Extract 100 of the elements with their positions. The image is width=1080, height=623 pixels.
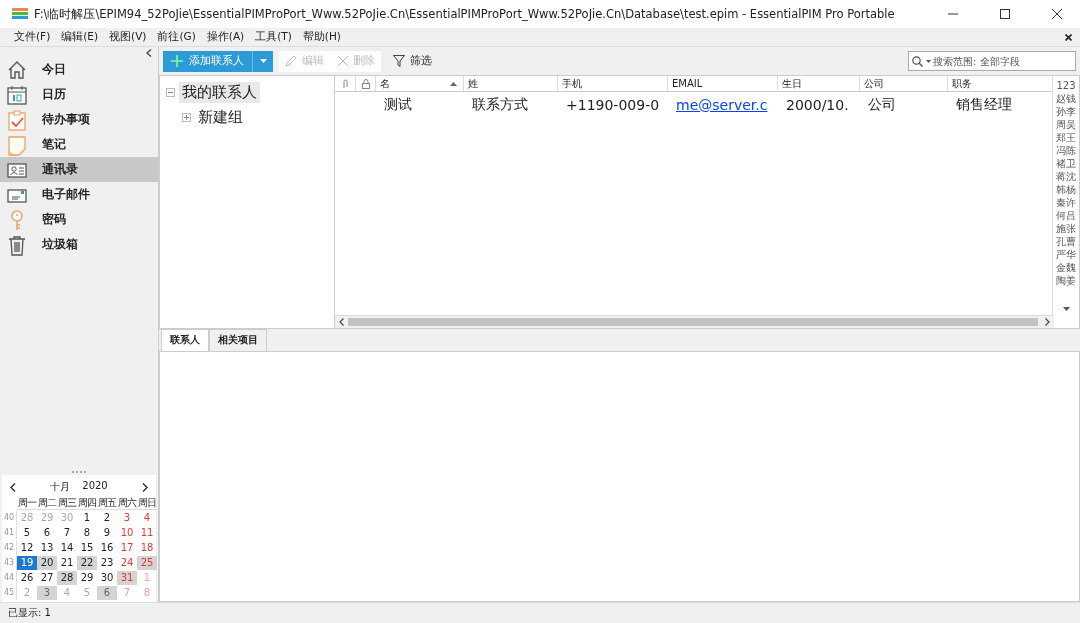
menu-item[interactable]: 工具(T): [251, 29, 296, 45]
index-letter[interactable]: 施张: [1056, 222, 1076, 235]
table-cell-text: 销售经理: [955, 96, 1013, 114]
calendar-month: 十月: [50, 480, 71, 494]
index-letter[interactable]: 韩杨: [1056, 183, 1076, 196]
weekday-label: 周二: [37, 496, 57, 510]
index-letter[interactable]: 陶姜: [1056, 274, 1076, 287]
calendar-day[interactable]: 30: [97, 571, 117, 585]
menu-item[interactable]: 前往(G): [153, 29, 200, 45]
index-letter[interactable]: 孙李: [1056, 105, 1076, 118]
index-letter[interactable]: 郑王: [1056, 131, 1076, 144]
funnel-icon: [393, 55, 405, 67]
calendar-day[interactable]: 24: [117, 556, 137, 570]
search-icon: [912, 56, 923, 67]
horizontal-scrollbar[interactable]: [335, 315, 1054, 328]
tab[interactable]: 联系人: [161, 329, 209, 351]
calendar-day[interactable]: 6: [97, 586, 117, 600]
column-header[interactable]: EMAIL: [667, 76, 777, 91]
index-letter[interactable]: 123: [1056, 79, 1076, 92]
tab[interactable]: 相关项目: [209, 329, 267, 351]
index-letter[interactable]: 金魏: [1056, 261, 1076, 274]
calendar-day[interactable]: 23: [97, 556, 117, 570]
plus-icon: [171, 55, 183, 67]
menu-item[interactable]: 文件(F): [10, 29, 55, 45]
index-letter[interactable]: 蒋沈: [1056, 170, 1076, 183]
calendar-day[interactable]: 6: [37, 526, 57, 540]
calendar-day[interactable]: 11: [137, 526, 157, 540]
email-link[interactable]: me@server.c: [672, 97, 782, 113]
index-letter[interactable]: 孔曹: [1056, 235, 1076, 248]
maximize-icon: [1000, 9, 1010, 19]
calendar-day[interactable]: 5: [17, 526, 37, 540]
sidebar-item[interactable]: 电子邮件: [0, 182, 158, 207]
calendar-day[interactable]: 7: [57, 526, 77, 540]
calendar-day[interactable]: 4: [137, 511, 157, 525]
calendar-day[interactable]: 26: [17, 571, 37, 585]
column-header[interactable]: 姓: [463, 76, 557, 91]
calendar-day[interactable]: 2: [97, 511, 117, 525]
sidebar-item[interactable]: 今日: [0, 57, 158, 82]
previous-month-button[interactable]: [10, 482, 16, 492]
index-letter[interactable]: 冯陈: [1056, 144, 1076, 157]
chevron-left-icon: [146, 49, 152, 57]
calendar-day[interactable]: 3: [117, 511, 137, 525]
next-month-button[interactable]: [142, 482, 148, 492]
calendar-day[interactable]: 28: [57, 571, 77, 585]
calendar-day[interactable]: 19: [17, 556, 37, 570]
tree-item[interactable]: 新建组: [195, 107, 246, 128]
sidebar-item[interactable]: 待办事项: [0, 107, 158, 132]
index-letter[interactable]: 赵钱: [1056, 92, 1076, 105]
scroll-down-button[interactable]: [1062, 307, 1070, 311]
menu-item[interactable]: 操作(A): [202, 29, 249, 45]
index-letter[interactable]: 严华: [1056, 248, 1076, 261]
menu-item[interactable]: 编辑(E): [57, 29, 103, 45]
table-cell-text: 测试: [383, 96, 413, 114]
weekday-label: 周三: [57, 496, 77, 510]
collapse-sidebar-button[interactable]: [146, 49, 152, 57]
calendar-day[interactable]: 29: [77, 571, 97, 585]
paperclip-icon: [342, 78, 348, 89]
calendar-day[interactable]: 10: [117, 526, 137, 540]
x-icon: [338, 56, 348, 66]
calendar-day[interactable]: 12: [17, 541, 37, 555]
filter-button[interactable]: 筛选: [387, 54, 438, 68]
calendar-day[interactable]: 21: [57, 556, 77, 570]
calendar-day[interactable]: 22: [77, 556, 97, 570]
calendar-day[interactable]: 16: [97, 541, 117, 555]
column-header[interactable]: 生日: [777, 76, 859, 91]
calendar-day[interactable]: 1: [77, 511, 97, 525]
calendar-day[interactable]: 14: [57, 541, 77, 555]
calendar-day[interactable]: 18: [137, 541, 157, 555]
clipboard-check-icon: [6, 108, 28, 131]
calendar-day[interactable]: 27: [37, 571, 57, 585]
chevron-right-icon: [142, 482, 148, 492]
index-letter[interactable]: 周吴: [1056, 118, 1076, 131]
index-letter[interactable]: 何吕: [1056, 209, 1076, 222]
column-header[interactable]: 公司: [859, 76, 947, 91]
calendar-day[interactable]: 17: [117, 541, 137, 555]
weekday-label: 周日: [137, 496, 157, 510]
sidebar-item[interactable]: 垃圾箱: [0, 232, 158, 257]
calendar-day[interactable]: 13: [37, 541, 57, 555]
week-number: 44: [2, 571, 17, 585]
sidebar-item[interactable]: 日历: [0, 82, 158, 107]
index-letter[interactable]: 秦许: [1056, 196, 1076, 209]
calendar-day[interactable]: 3: [37, 586, 57, 600]
close-document-button[interactable]: [1065, 33, 1072, 41]
column-header[interactable]: 手机: [557, 76, 667, 91]
column-header[interactable]: 名: [375, 76, 463, 91]
menu-item[interactable]: 帮助(H): [298, 29, 345, 45]
sidebar-item[interactable]: 笔记: [0, 132, 158, 157]
expand-icon[interactable]: [182, 113, 191, 122]
collapse-icon[interactable]: [166, 88, 175, 97]
tree-item[interactable]: 我的联系人: [179, 82, 260, 103]
sidebar-item[interactable]: 通讯录: [0, 157, 158, 182]
sidebar-item[interactable]: 密码: [0, 207, 158, 232]
calendar-day[interactable]: 8: [77, 526, 97, 540]
calendar-day[interactable]: 20: [37, 556, 57, 570]
menu-item[interactable]: 视图(V): [105, 29, 151, 45]
index-letter[interactable]: 褚卫: [1056, 157, 1076, 170]
search-field[interactable]: 搜索范围: 全部字段: [908, 51, 1076, 71]
calendar-day[interactable]: 9: [97, 526, 117, 540]
column-header[interactable]: 职务: [947, 76, 1037, 91]
calendar-day[interactable]: 15: [77, 541, 97, 555]
